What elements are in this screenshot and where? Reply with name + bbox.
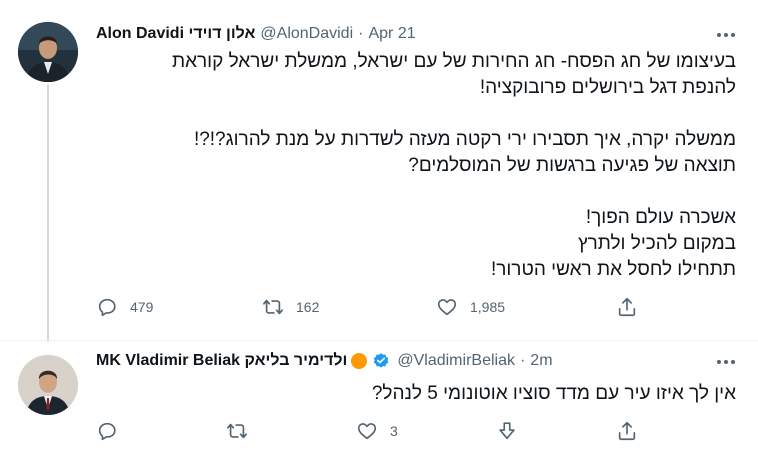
- downvote-button[interactable]: [496, 420, 518, 442]
- tweet-line: ממשלה יקרה, איך תסבירו ירי רקטה מעזה לשד…: [193, 129, 736, 150]
- tweet-line: במקום להכיל ולתרץ: [578, 233, 736, 254]
- retweet-icon: [263, 299, 283, 315]
- tweet-line: להנפת דגל בירושלים פרובוקציה!: [479, 77, 736, 98]
- avatar[interactable]: [18, 22, 78, 82]
- verified-badge-icon: [372, 352, 390, 370]
- user-handle[interactable]: @VladimirBeliak: [397, 352, 515, 370]
- tweet-header: MK Vladimir Beliak ולדימיר בליאק @Vladim…: [96, 349, 553, 373]
- reply-icon: [98, 422, 116, 441]
- reply-count: 479: [130, 299, 154, 315]
- reply-button[interactable]: [96, 420, 118, 442]
- more-icon: [717, 33, 735, 37]
- tweet-line: בעיצומו של חג הפסח- חג החירות של עם ישרא…: [171, 51, 736, 72]
- tweet-line: תתחילו לחסל את ראשי הטרור!: [490, 259, 736, 280]
- separator-dot: ·: [519, 352, 526, 369]
- heart-icon: [437, 299, 457, 316]
- avatar[interactable]: [18, 355, 78, 415]
- like-button[interactable]: 1,985: [436, 296, 505, 318]
- orange-circle-icon: [350, 352, 368, 370]
- user-handle[interactable]: @AlonDavidi: [260, 25, 353, 43]
- separator-dot: ·: [358, 25, 364, 42]
- retweet-count: 162: [296, 299, 320, 315]
- display-name[interactable]: MK Vladimir Beliak ולדימיר בליאק: [96, 352, 347, 370]
- tweet-line: אשכרה עולם הפוך!: [585, 207, 736, 228]
- tweet-vladimir-beliak[interactable]: MK Vladimir Beliak ולדימיר בליאק @Vladim…: [0, 341, 758, 460]
- timestamp[interactable]: Apr 21: [368, 25, 415, 43]
- more-icon: [717, 360, 735, 364]
- retweet-button[interactable]: 162: [262, 296, 319, 318]
- downvote-icon: [499, 422, 515, 440]
- thread-connector: [47, 84, 49, 342]
- share-button[interactable]: [616, 420, 638, 442]
- more-options-button[interactable]: [712, 351, 740, 373]
- like-count: 3: [390, 423, 398, 439]
- heart-icon: [357, 423, 377, 440]
- share-button[interactable]: [616, 296, 638, 318]
- tweet-line: אין לך איזו עיר עם מדד סוציו אוטונומי 5 …: [371, 383, 736, 404]
- reply-button[interactable]: 479: [96, 296, 153, 318]
- share-icon: [618, 297, 636, 317]
- share-icon: [618, 421, 636, 441]
- more-options-button[interactable]: [712, 24, 740, 46]
- like-count: 1,985: [470, 299, 506, 315]
- display-name[interactable]: Alon Davidi אלון דוידי: [96, 25, 255, 43]
- retweet-button[interactable]: [226, 420, 248, 442]
- tweet-line: תוצאה של פגיעה ברגשות של המוסלמים?: [408, 155, 736, 176]
- reply-icon: [98, 298, 116, 317]
- tweet-alon-davidi[interactable]: Alon Davidi אלון דוידי @AlonDavidi · Apr…: [0, 0, 758, 342]
- tweet-text: בעיצומו של חג הפסח- חג החירות של עם ישרא…: [96, 49, 736, 283]
- tweet-header: Alon Davidi אלון דוידי @AlonDavidi · Apr…: [96, 22, 416, 46]
- like-button[interactable]: 3: [356, 420, 398, 442]
- tweet-text: אין לך איזו עיר עם מדד סוציו אוטונומי 5 …: [96, 381, 736, 407]
- retweet-icon: [227, 423, 247, 439]
- timestamp[interactable]: 2m: [530, 352, 552, 370]
